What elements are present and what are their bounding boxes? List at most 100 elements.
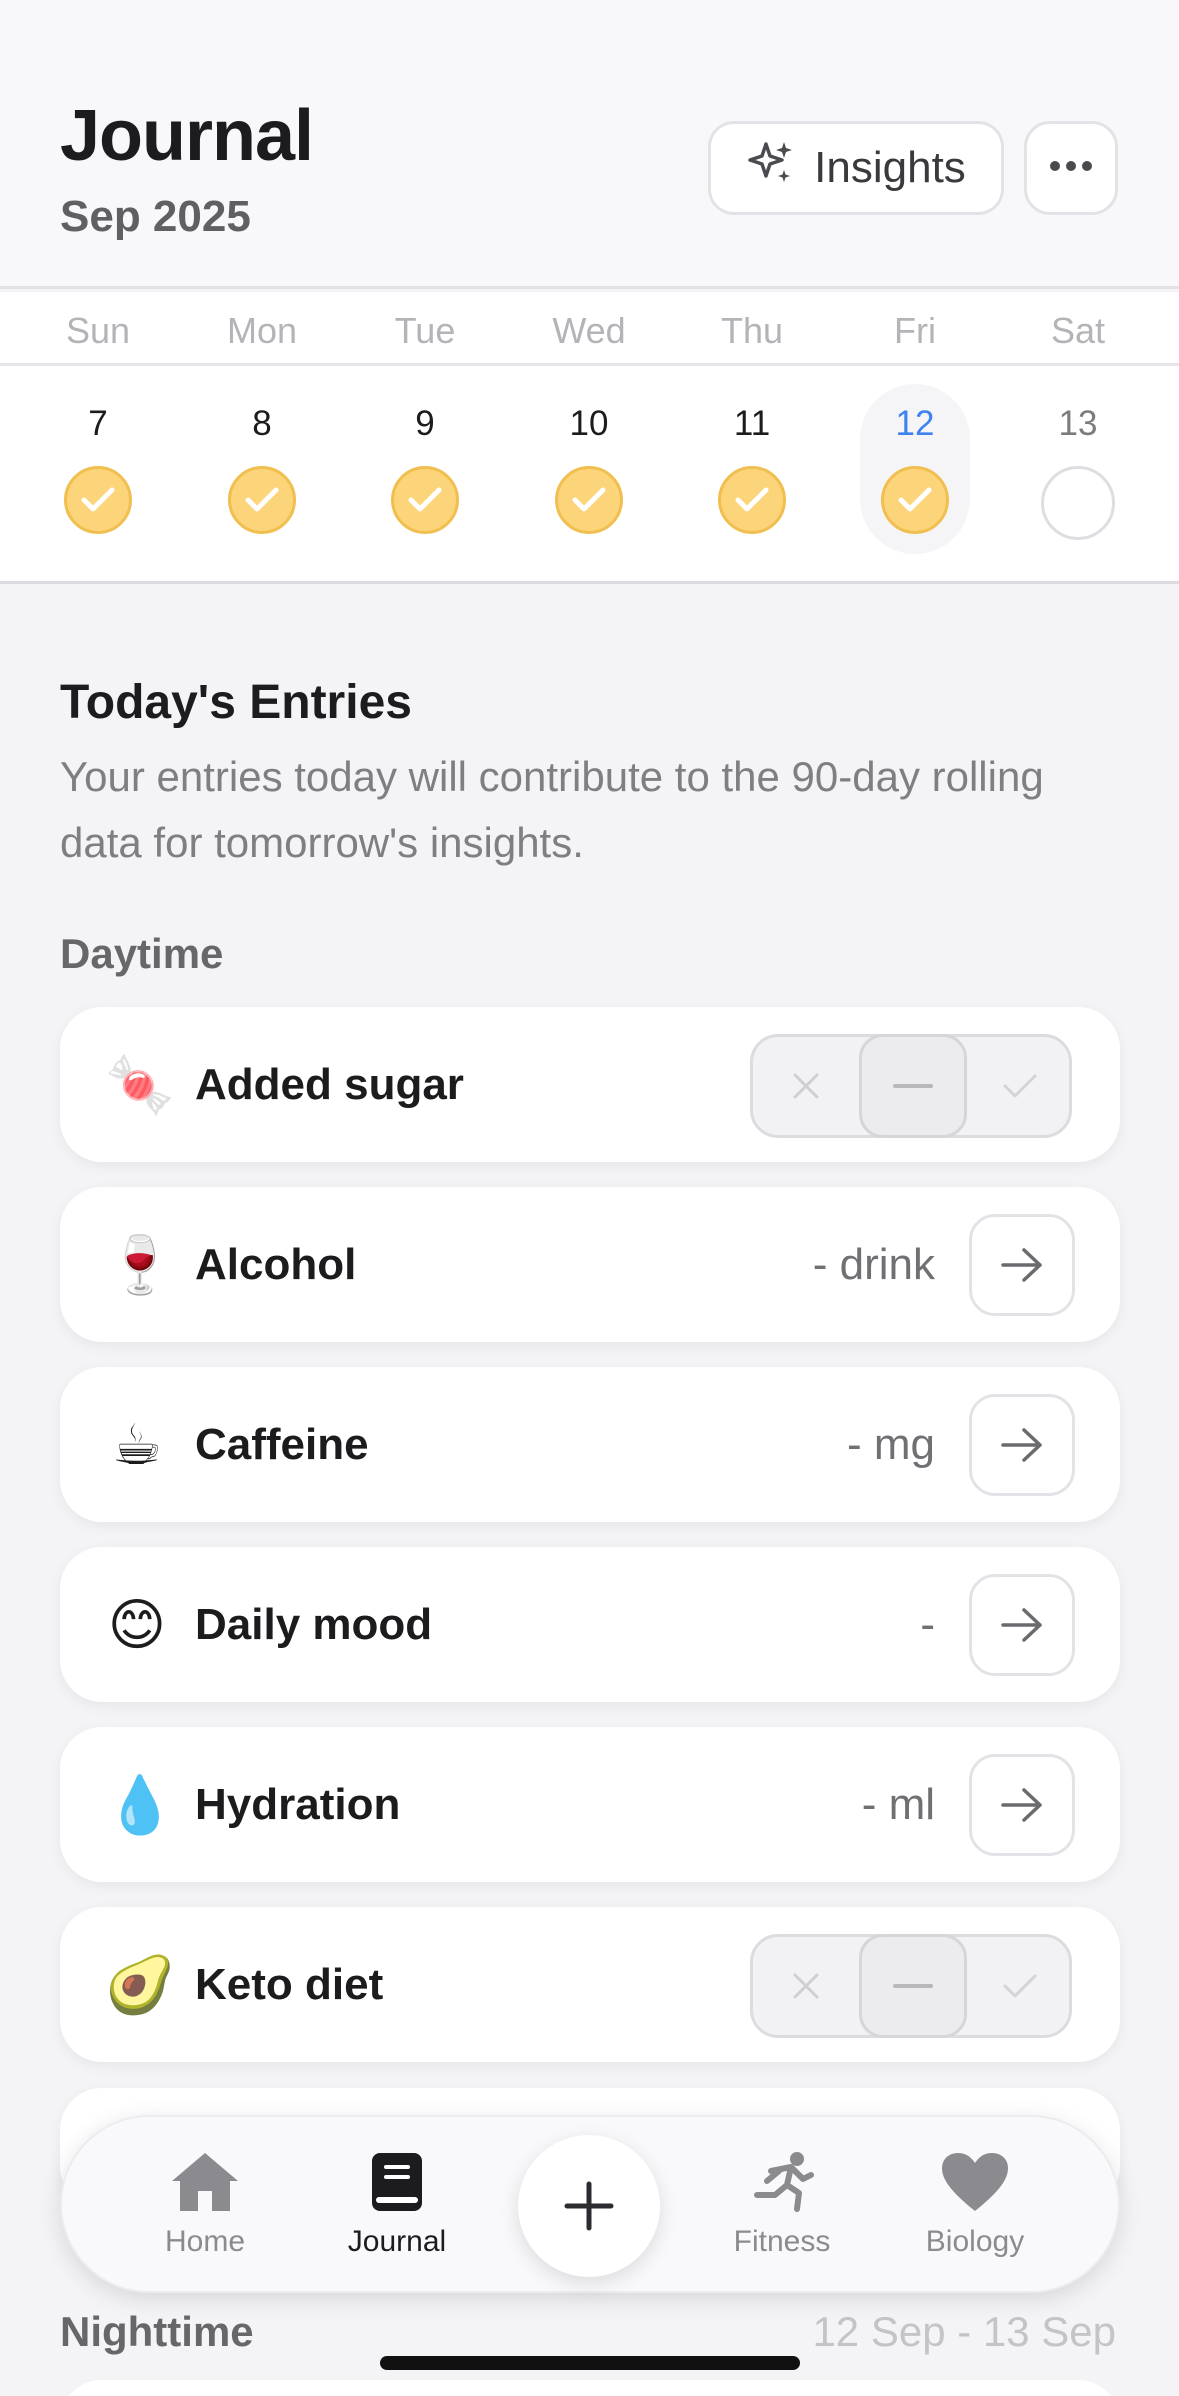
weekday-sat: Sat — [1050, 310, 1106, 351]
nighttime-card-partial — [60, 2380, 1120, 2396]
heart-icon — [942, 2153, 1008, 2211]
tab-fitness[interactable]: Fitness — [702, 2147, 862, 2259]
wine-glass-icon: 🍷 — [105, 1232, 175, 1296]
check-circle-icon — [228, 466, 296, 534]
plus-icon — [564, 2181, 614, 2231]
day-number: 12 — [895, 404, 935, 443]
no-option[interactable] — [753, 1937, 859, 2035]
day-number: 13 — [1058, 404, 1098, 443]
day-cell-8[interactable]: 8 — [207, 392, 317, 562]
day-cell-10[interactable]: 10 — [534, 392, 644, 562]
x-icon — [793, 1073, 819, 1099]
check-circle-icon — [881, 466, 949, 534]
check-circle-icon — [555, 466, 623, 534]
open-entry-button[interactable] — [969, 1214, 1075, 1316]
page-title: Journal — [60, 96, 314, 176]
minus-icon — [893, 1984, 933, 1988]
open-entry-button[interactable] — [969, 1754, 1075, 1856]
home-icon — [172, 2153, 238, 2211]
open-entry-button[interactable] — [969, 1574, 1075, 1676]
tab-label: Fitness — [733, 2225, 831, 2258]
more-button[interactable] — [1024, 121, 1118, 215]
x-icon — [793, 1973, 819, 1999]
check-icon — [1003, 1074, 1037, 1098]
weekday-fri: Fri — [894, 310, 936, 351]
empty-circle-icon — [1041, 466, 1115, 540]
weekday-thu: Thu — [720, 310, 784, 351]
entry-name: Hydration — [195, 1779, 401, 1829]
tab-journal[interactable]: Journal — [317, 2147, 477, 2259]
ellipsis-icon — [1049, 159, 1093, 177]
day-cell-9[interactable]: 9 — [370, 392, 480, 562]
weekday-mon: Mon — [226, 310, 298, 351]
entry-card-caffeine[interactable]: ☕ Caffeine - mg — [60, 1367, 1120, 1522]
check-circle-icon — [64, 466, 132, 534]
entry-value: - drink — [812, 1239, 935, 1289]
day-cell-13[interactable]: 13 — [1023, 392, 1133, 562]
avocado-icon: 🥑 — [105, 1952, 175, 2016]
minus-icon — [893, 1084, 933, 1088]
week-strip: Sun Mon Tue Wed Thu Fri Sat 7 8 9 10 11 — [0, 292, 1179, 584]
section-description: Your entries today will contribute to th… — [60, 753, 1044, 866]
header: Journal Sep 2025 Insights — [0, 0, 1179, 289]
day-number: 7 — [88, 404, 108, 443]
daytime-label: Daytime — [60, 930, 224, 977]
check-icon — [1003, 1974, 1037, 1998]
day-number: 8 — [252, 404, 272, 443]
entry-card-added-sugar: 🍬 Added sugar — [60, 1007, 1120, 1162]
entry-name: Caffeine — [195, 1419, 369, 1469]
day-cell-11[interactable]: 11 — [697, 392, 807, 562]
month-label: Sep 2025 — [60, 192, 251, 241]
day-cell-7[interactable]: 7 — [43, 392, 153, 562]
add-entry-button[interactable] — [518, 2135, 660, 2277]
yes-no-segmented-control[interactable] — [750, 1034, 1072, 1138]
runner-icon — [754, 2152, 814, 2212]
arrow-right-icon — [1001, 1248, 1042, 1282]
check-circle-icon — [718, 466, 786, 534]
entry-name: Keto diet — [195, 1959, 384, 2009]
insights-button[interactable]: Insights — [708, 121, 1004, 215]
entry-name: Alcohol — [195, 1239, 357, 1289]
tab-label: Biology — [925, 2225, 1025, 2258]
tab-label: Journal — [347, 2225, 447, 2258]
smiley-icon: 😊 — [107, 1592, 167, 1656]
home-indicator[interactable] — [380, 2356, 800, 2370]
entry-card-alcohol[interactable]: 🍷 Alcohol - drink — [60, 1187, 1120, 1342]
day-number: 10 — [569, 404, 609, 443]
yes-no-segmented-control[interactable] — [750, 1934, 1072, 2038]
entry-card-daily-mood[interactable]: 😊 Daily mood - — [60, 1547, 1120, 1702]
candy-icon: 🍬 — [105, 1052, 175, 1116]
entry-value: - — [920, 1599, 935, 1649]
nighttime-date-range: 12 Sep - 13 Sep — [812, 2308, 1116, 2355]
coffee-cup-icon: ☕ — [111, 1412, 163, 1476]
tab-label: Home — [164, 2225, 246, 2258]
entry-name: Added sugar — [195, 1059, 464, 1109]
nighttime-label: Nighttime — [60, 2308, 254, 2355]
weekday-header: Sun Mon Tue Wed Thu Fri Sat — [0, 292, 1179, 366]
day-cell-12-selected[interactable]: 12 — [860, 384, 970, 554]
check-circle-icon — [391, 466, 459, 534]
journal-book-icon — [372, 2153, 422, 2211]
sparkles-icon — [746, 138, 796, 199]
entry-value: - mg — [847, 1419, 935, 1469]
water-drop-icon: 💧 — [105, 1772, 175, 1836]
entry-card-keto-diet: 🥑 Keto diet — [60, 1907, 1120, 2062]
tab-biology[interactable]: Biology — [895, 2147, 1055, 2259]
entry-name: Daily mood — [195, 1599, 433, 1649]
insights-label: Insights — [814, 143, 966, 192]
arrow-right-icon — [1001, 1428, 1042, 1462]
yes-option[interactable] — [967, 1037, 1073, 1135]
weekday-tue: Tue — [394, 310, 456, 351]
open-entry-button[interactable] — [969, 1394, 1075, 1496]
entry-card-hydration[interactable]: 💧 Hydration - ml — [60, 1727, 1120, 1882]
weekday-wed: Wed — [552, 310, 626, 351]
tab-home[interactable]: Home — [125, 2147, 285, 2259]
unset-option[interactable] — [859, 1934, 967, 2038]
day-number: 11 — [733, 404, 771, 443]
arrow-right-icon — [1001, 1608, 1042, 1642]
section-title: Today's Entries — [60, 676, 412, 729]
unset-option[interactable] — [859, 1034, 967, 1138]
yes-option[interactable] — [967, 1937, 1073, 2035]
weekday-sun: Sun — [65, 310, 131, 351]
no-option[interactable] — [753, 1037, 859, 1135]
